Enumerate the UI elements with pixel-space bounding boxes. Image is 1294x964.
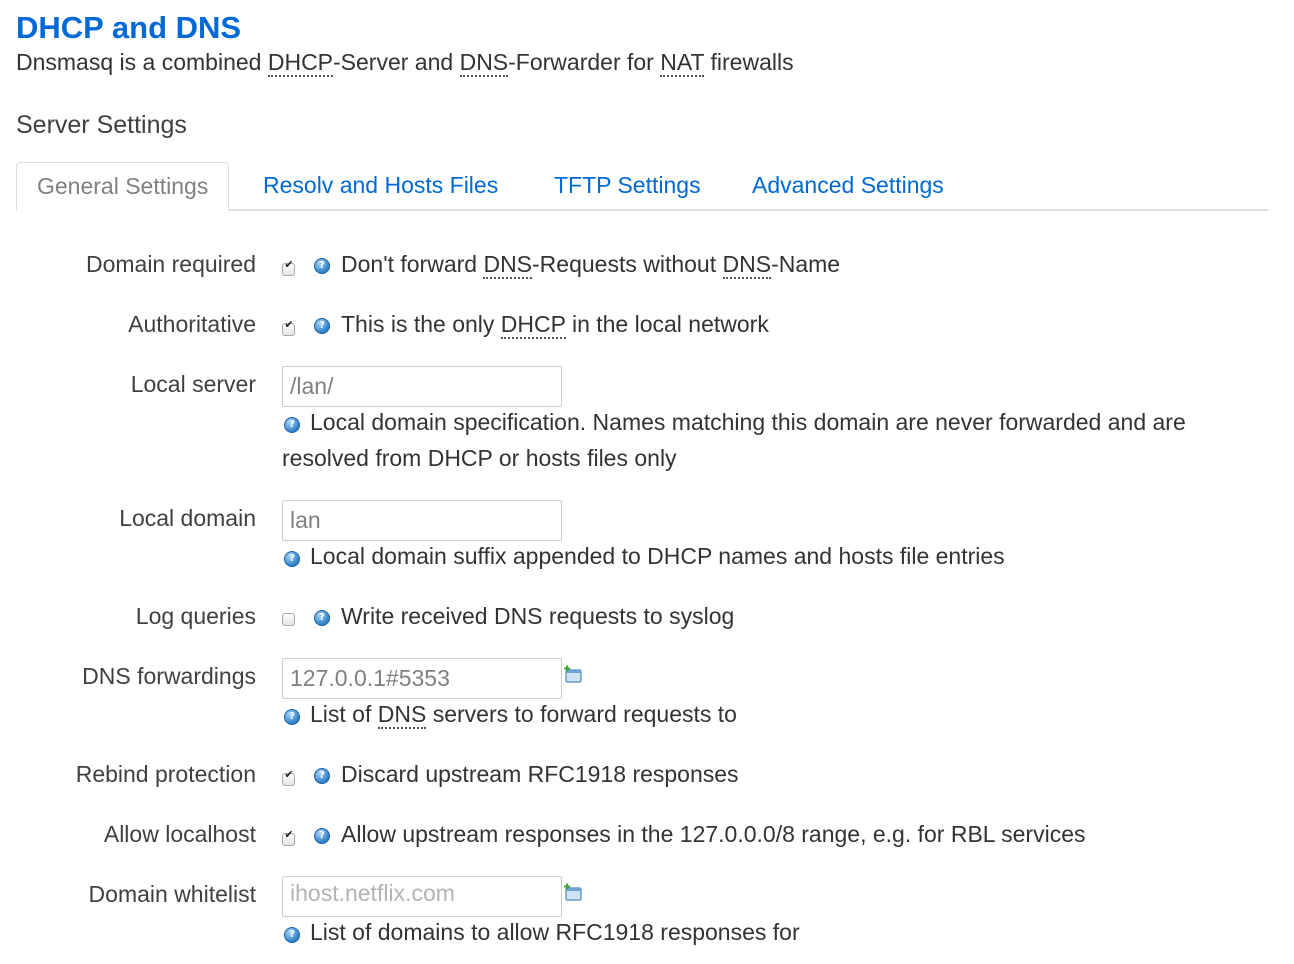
authoritative-label: Authoritative	[128, 311, 256, 337]
tab-general-settings[interactable]: General Settings	[16, 162, 230, 211]
dns-forwardings-description: List of DNS servers to forward requests …	[310, 701, 737, 729]
help-icon: ?	[314, 610, 330, 626]
allow-localhost-label: Allow localhost	[103, 821, 256, 847]
local-server-description: Local domain specification. Names matchi…	[282, 409, 1186, 471]
local-domain-description: Local domain suffix appended to DHCP nam…	[310, 543, 1005, 569]
rebind-protection-checkbox[interactable]: ✔	[282, 769, 295, 786]
allow-localhost-checkbox[interactable]: ✔	[282, 829, 295, 846]
tab-tftp-settings[interactable]: TFTP Settings	[554, 162, 701, 209]
checkmark-icon: ✔	[284, 259, 294, 271]
tab-resolv-hosts-files[interactable]: Resolv and Hosts Files	[263, 162, 498, 209]
section-title: Server Settings	[16, 111, 187, 139]
local-domain-input[interactable]: lan	[282, 500, 562, 541]
help-icon: ?	[284, 551, 300, 567]
domain-required-checkbox[interactable]: ✔	[282, 259, 295, 276]
local-server-input[interactable]: /lan/	[282, 366, 562, 407]
dns-forwardings-input[interactable]: 127.0.0.1#5353	[282, 658, 562, 699]
local-server-label: Local server	[130, 371, 256, 397]
help-icon: ?	[284, 927, 300, 943]
log-queries-checkbox[interactable]	[282, 613, 295, 626]
rebind-protection-description: Discard upstream RFC1918 responses	[341, 761, 739, 787]
page-title: DHCP and DNS	[16, 10, 242, 45]
domain-whitelist-label: Domain whitelist	[88, 881, 256, 907]
abbr-dhcp: DHCP	[267, 49, 334, 77]
add-entry-icon[interactable]	[563, 665, 583, 683]
tab-bar: General Settings Resolv and Hosts Files …	[16, 162, 1268, 211]
checkmark-icon: ✔	[284, 829, 294, 841]
local-domain-label: Local domain	[119, 505, 256, 531]
domain-whitelist-input[interactable]: ihost.netflix.com	[282, 876, 562, 917]
abbr-dns: DNS	[459, 49, 509, 77]
help-icon: ?	[314, 258, 330, 274]
help-icon: ?	[314, 318, 330, 334]
dns-forwardings-label: DNS forwardings	[82, 663, 256, 689]
checkmark-icon: ✔	[284, 769, 294, 781]
allow-localhost-description: Allow upstream responses in the 127.0.0.…	[341, 821, 1086, 847]
page-description: Dnsmasq is a combined DHCP-Server and DN…	[16, 49, 794, 77]
help-icon: ?	[284, 709, 300, 725]
abbr-nat: NAT	[660, 49, 705, 77]
log-queries-label: Log queries	[135, 603, 256, 629]
help-icon: ?	[314, 768, 330, 784]
help-icon: ?	[314, 828, 330, 844]
add-entry-icon[interactable]	[563, 883, 583, 901]
log-queries-description: Write received DNS requests to syslog	[341, 603, 735, 629]
authoritative-description: This is the only DHCP in the local netwo…	[341, 311, 769, 339]
domain-required-description: Don't forward DNS-Requests without DNS-N…	[341, 251, 841, 279]
tab-advanced-settings[interactable]: Advanced Settings	[752, 162, 944, 209]
rebind-protection-label: Rebind protection	[75, 761, 256, 787]
domain-whitelist-description: List of domains to allow RFC1918 respons…	[310, 919, 800, 945]
authoritative-checkbox[interactable]: ✔	[282, 319, 295, 336]
checkmark-icon: ✔	[284, 319, 294, 331]
domain-required-label: Domain required	[85, 251, 256, 277]
